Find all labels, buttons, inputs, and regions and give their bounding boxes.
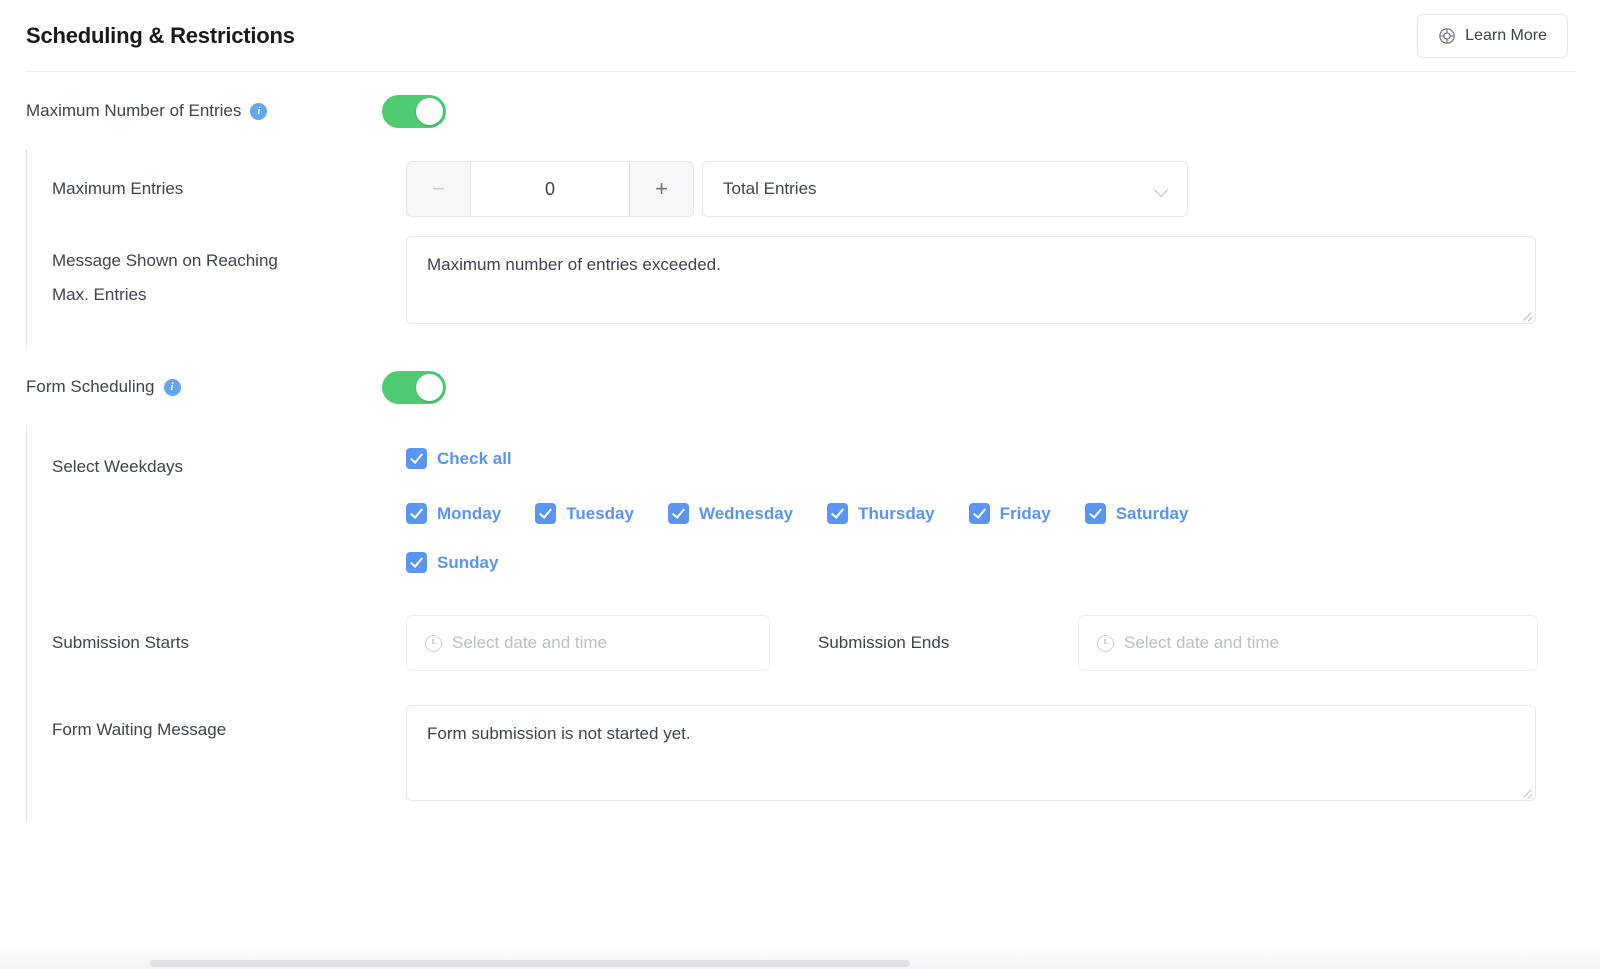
max-entries-toggle-label: Maximum Number of Entries xyxy=(26,101,241,121)
checkbox-check-all[interactable]: Check all xyxy=(406,448,512,469)
max-entries-toggle-row: Maximum Number of Entries i xyxy=(0,72,1600,150)
submission-ends-input[interactable]: Select date and time xyxy=(1078,615,1538,671)
toggle-knob xyxy=(416,98,443,125)
form-waiting-message-textarea[interactable]: Form submission is not started yet. xyxy=(406,705,1536,801)
form-scheduling-toggle-row: Form Scheduling i xyxy=(0,348,1600,426)
form-waiting-message-label: Form Waiting Message xyxy=(52,705,406,747)
checkbox-label: Monday xyxy=(437,504,501,524)
checkbox-label: Check all xyxy=(437,449,512,469)
maximum-entries-label: Maximum Entries xyxy=(52,172,406,206)
resize-handle-icon[interactable] xyxy=(1522,310,1532,320)
submission-window-row: Submission Starts Select date and time S… xyxy=(52,573,1600,671)
resize-handle-icon[interactable] xyxy=(1522,787,1532,797)
panel-header: Scheduling & Restrictions Learn More xyxy=(0,0,1600,72)
info-icon[interactable]: i xyxy=(164,379,181,396)
form-waiting-message-value: Form submission is not started yet. xyxy=(427,724,691,743)
form-waiting-message-row: Form Waiting Message Form submission is … xyxy=(52,671,1600,801)
submission-ends-label: Submission Ends xyxy=(770,633,1078,653)
maximum-entries-controls: − 0 + Total Entries xyxy=(406,161,1600,217)
stepper-decrement-button[interactable]: − xyxy=(407,162,471,216)
checkbox-box xyxy=(668,503,689,524)
checkbox-saturday[interactable]: Saturday xyxy=(1085,503,1189,524)
checkbox-box xyxy=(406,503,427,524)
checkbox-box xyxy=(535,503,556,524)
entries-type-value: Total Entries xyxy=(723,179,817,199)
checkbox-thursday[interactable]: Thursday xyxy=(827,503,935,524)
checkbox-box xyxy=(406,448,427,469)
max-entries-message-control: Maximum number of entries exceeded. xyxy=(406,236,1600,324)
checkbox-box xyxy=(827,503,848,524)
checkbox-friday[interactable]: Friday xyxy=(969,503,1051,524)
lifebuoy-icon xyxy=(1438,27,1456,45)
checkbox-label: Saturday xyxy=(1116,504,1189,524)
checkbox-tuesday[interactable]: Tuesday xyxy=(535,503,634,524)
clock-icon xyxy=(1097,635,1114,652)
checkbox-label: Thursday xyxy=(858,504,935,524)
weekday-row-2: Sunday xyxy=(406,552,1600,573)
select-weekdays-label: Select Weekdays xyxy=(52,448,406,484)
checkbox-box xyxy=(1085,503,1106,524)
submission-ends-placeholder: Select date and time xyxy=(1124,633,1279,653)
form-scheduling-toggle-label-group: Form Scheduling i xyxy=(26,377,382,397)
form-scheduling-toggle[interactable] xyxy=(382,371,446,404)
max-entries-message-label: Message Shown on Reaching Max. Entries xyxy=(52,236,406,312)
submission-starts-placeholder: Select date and time xyxy=(452,633,607,653)
weekday-row-1: Monday Tuesday Wednesday Thursday xyxy=(406,503,1600,524)
form-scheduling-fields: Select Weekdays Check all Monday Tue xyxy=(26,426,1600,821)
stepper-value[interactable]: 0 xyxy=(471,162,629,216)
weekday-checkbox-group: Check all Monday Tuesday Wednesday xyxy=(406,448,1600,573)
stepper-increment-button[interactable]: + xyxy=(629,162,693,216)
checkbox-label: Friday xyxy=(1000,504,1051,524)
max-entries-message-value: Maximum number of entries exceeded. xyxy=(427,255,721,274)
entries-type-select[interactable]: Total Entries xyxy=(702,161,1188,217)
max-entries-toggle-label-group: Maximum Number of Entries i xyxy=(26,101,382,121)
submission-starts-input[interactable]: Select date and time xyxy=(406,615,770,671)
select-weekdays-row: Select Weekdays Check all Monday Tue xyxy=(52,426,1600,573)
maximum-entries-row: Maximum Entries − 0 + Total Entries xyxy=(52,150,1600,228)
page-title: Scheduling & Restrictions xyxy=(26,23,295,49)
checkbox-label: Sunday xyxy=(437,553,498,573)
checkbox-label: Wednesday xyxy=(699,504,793,524)
chevron-down-icon xyxy=(1155,185,1169,193)
max-entries-toggle[interactable] xyxy=(382,95,446,128)
clock-icon xyxy=(425,635,442,652)
toggle-knob xyxy=(416,374,443,401)
learn-more-button[interactable]: Learn More xyxy=(1417,14,1568,58)
checkbox-box xyxy=(969,503,990,524)
checkbox-sunday[interactable]: Sunday xyxy=(406,552,498,573)
checkbox-label: Tuesday xyxy=(566,504,634,524)
form-scheduling-toggle-label: Form Scheduling xyxy=(26,377,155,397)
submission-window-controls: Select date and time Submission Ends Sel… xyxy=(406,615,1600,671)
header-divider xyxy=(26,71,1576,72)
check-all-row: Check all xyxy=(406,448,1600,469)
max-entries-message-row: Message Shown on Reaching Max. Entries M… xyxy=(52,228,1600,324)
submission-starts-label: Submission Starts xyxy=(52,626,406,660)
checkbox-monday[interactable]: Monday xyxy=(406,503,501,524)
scheduling-restrictions-panel: Scheduling & Restrictions Learn More Max… xyxy=(0,0,1600,969)
learn-more-label: Learn More xyxy=(1465,27,1547,45)
info-icon[interactable]: i xyxy=(250,103,267,120)
checkbox-wednesday[interactable]: Wednesday xyxy=(668,503,793,524)
checkbox-box xyxy=(406,552,427,573)
form-waiting-message-control: Form submission is not started yet. xyxy=(406,705,1600,801)
horizontal-scrollbar[interactable] xyxy=(150,960,910,967)
max-entries-message-label-line2: Max. Entries xyxy=(52,278,406,312)
max-entries-message-textarea[interactable]: Maximum number of entries exceeded. xyxy=(406,236,1536,324)
max-entries-fields: Maximum Entries − 0 + Total Entries Mess… xyxy=(26,150,1600,348)
max-entries-message-label-line1: Message Shown on Reaching xyxy=(52,244,406,278)
quantity-stepper: − 0 + xyxy=(406,161,694,217)
